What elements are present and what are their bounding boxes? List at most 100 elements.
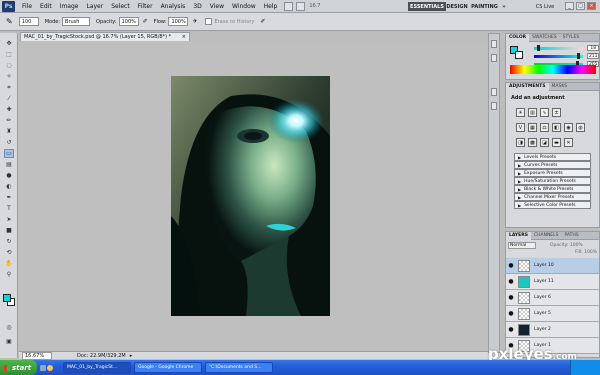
browser-launch-icon[interactable]: [47, 364, 53, 371]
layer-row[interactable]: ● Layer 5: [506, 306, 599, 322]
system-tray[interactable]: [570, 360, 600, 375]
status-zoom[interactable]: 16.67%: [22, 351, 52, 360]
workspace-essentials[interactable]: ESSENTIALS: [408, 2, 446, 11]
path-selection-tool-icon[interactable]: ➤: [4, 215, 14, 224]
maximize-icon[interactable]: □: [576, 2, 585, 10]
gradient-tool-icon[interactable]: ▤: [4, 160, 14, 169]
blur-tool-icon[interactable]: ●: [4, 171, 14, 180]
taskbar-item-chrome[interactable]: Google - Google Chrome: [134, 362, 202, 373]
3d-rotate-tool-icon[interactable]: ↻: [4, 237, 14, 246]
quick-select-tool-icon[interactable]: ✧: [4, 72, 14, 81]
channel-mixer-icon[interactable]: ◍: [576, 123, 585, 132]
vibrance-icon[interactable]: V: [516, 123, 525, 132]
brush-size-picker[interactable]: 100: [18, 17, 39, 26]
visibility-eye-icon[interactable]: ●: [506, 310, 516, 317]
visibility-eye-icon[interactable]: ●: [506, 278, 516, 285]
close-icon[interactable]: ×: [587, 2, 596, 10]
visibility-eye-icon[interactable]: ●: [506, 294, 516, 301]
blend-mode-select[interactable]: Normal: [508, 241, 536, 249]
tab-channels[interactable]: CHANNELS: [531, 232, 562, 240]
taskbar-item-explorer[interactable]: "C:\Documents and S...: [205, 362, 273, 373]
menu-view[interactable]: View: [206, 3, 228, 10]
shape-tool-icon[interactable]: ■: [4, 226, 14, 235]
crop-tool-icon[interactable]: ⌗: [4, 83, 14, 92]
clone-source-panel-icon[interactable]: [491, 102, 497, 110]
exposure-icon[interactable]: ±: [552, 108, 561, 117]
photo-filter-icon[interactable]: ◉: [564, 123, 573, 132]
lasso-tool-icon[interactable]: ◌: [4, 61, 14, 70]
mode-select[interactable]: Brush: [62, 17, 91, 26]
workspace-painting[interactable]: PAINTING: [471, 2, 498, 11]
document-tab[interactable]: MAC_01_by_TragicStock.psd @ 16.7% (Layer…: [20, 32, 190, 41]
eyedropper-tool-icon[interactable]: ⁄: [4, 94, 14, 103]
brush-tool-icon[interactable]: ✏: [4, 116, 14, 125]
document-close-icon[interactable]: ×: [182, 34, 186, 40]
bridge-button[interactable]: [284, 1, 294, 11]
menu-help[interactable]: Help: [260, 3, 282, 10]
type-tool-icon[interactable]: T: [4, 204, 14, 213]
preset-curves[interactable]: ▶ Curves Presets: [514, 161, 591, 169]
invert-icon[interactable]: ◨: [516, 138, 525, 147]
brush-panel-icon[interactable]: [491, 88, 497, 96]
foreground-color-swatch[interactable]: [3, 294, 11, 302]
pressure-opacity-icon[interactable]: ✐: [143, 18, 148, 25]
workspace-more-icon[interactable]: »: [500, 2, 508, 11]
move-tool-icon[interactable]: ✥: [4, 39, 14, 48]
preset-channel-mixer[interactable]: ▶ Channel Mixer Presets: [514, 193, 591, 201]
menu-filter[interactable]: Filter: [134, 3, 157, 10]
history-brush-tool-icon[interactable]: ↺: [4, 138, 14, 147]
cs-live-button[interactable]: CS Live: [530, 2, 560, 11]
layer-row[interactable]: ● Layer 10: [506, 258, 599, 274]
tab-adjustments[interactable]: ADJUSTMENTS: [506, 82, 549, 91]
flow-input[interactable]: 100%: [168, 17, 189, 26]
value-g[interactable]: 211: [587, 53, 599, 59]
gradient-map-icon[interactable]: ▬: [552, 138, 561, 147]
slider-g[interactable]: 211: [534, 52, 599, 60]
slider-r[interactable]: 18: [534, 44, 599, 52]
tab-swatches[interactable]: SWATCHES: [529, 34, 560, 42]
tab-paths[interactable]: PATHS: [562, 232, 582, 240]
color-bg-swatch[interactable]: [515, 51, 523, 59]
history-panel-icon[interactable]: [491, 40, 497, 48]
brightness-icon[interactable]: ☀: [516, 108, 525, 117]
minimize-icon[interactable]: _: [565, 2, 574, 10]
tab-styles[interactable]: STYLES: [560, 34, 583, 42]
hue-saturation-icon[interactable]: ▦: [528, 123, 537, 132]
menu-image[interactable]: Image: [56, 3, 83, 10]
color-balance-icon[interactable]: ⚖: [540, 123, 549, 132]
layer-row[interactable]: ● Layer 2: [506, 322, 599, 338]
airbrush-icon[interactable]: ✈: [192, 18, 197, 25]
selective-color-icon[interactable]: ✕: [564, 138, 573, 147]
screen-mode-icon[interactable]: ▣: [4, 337, 14, 346]
marquee-tool-icon[interactable]: ⬚: [4, 50, 14, 59]
visibility-eye-icon[interactable]: ●: [506, 262, 516, 269]
preset-levels[interactable]: ▶ Levels Presets: [514, 153, 591, 161]
workspace-design[interactable]: DESIGN: [446, 2, 467, 11]
tab-masks[interactable]: MASKS: [549, 83, 571, 91]
healing-brush-tool-icon[interactable]: ✚: [4, 105, 14, 114]
status-arrow-icon[interactable]: ▸: [130, 353, 133, 359]
curves-icon[interactable]: ∿: [540, 108, 549, 117]
menu-edit[interactable]: Edit: [36, 3, 56, 10]
layer-row[interactable]: ● Layer 6: [506, 290, 599, 306]
threshold-icon[interactable]: ◪: [540, 138, 549, 147]
actions-panel-icon[interactable]: [491, 54, 497, 62]
visibility-eye-icon[interactable]: ●: [506, 326, 516, 333]
layer-fill[interactable]: Fill: 100%: [575, 250, 597, 258]
hand-tool-icon[interactable]: ✋: [4, 259, 14, 268]
taskbar-item-photoshop[interactable]: MAC_01_by_TragicSt...: [63, 362, 131, 373]
menu-analysis[interactable]: Analysis: [157, 3, 190, 10]
menu-3d[interactable]: 3D: [189, 3, 205, 10]
zoom-tool-icon[interactable]: ⚲: [4, 270, 14, 279]
preset-black-white[interactable]: ▶ Black & White Presets: [514, 185, 591, 193]
layer-row[interactable]: ● Layer 11: [506, 274, 599, 290]
levels-icon[interactable]: ▥: [528, 108, 537, 117]
tab-color[interactable]: COLOR: [506, 33, 530, 42]
tab-layers[interactable]: LAYERS: [506, 232, 531, 240]
posterize-icon[interactable]: ▩: [528, 138, 537, 147]
canvas-image[interactable]: [171, 76, 330, 316]
layer-opacity[interactable]: Opacity: 100%: [550, 243, 583, 248]
dodge-tool-icon[interactable]: ◐: [4, 182, 14, 191]
eraser-tool-icon[interactable]: ✎: [6, 17, 13, 26]
clone-stamp-tool-icon[interactable]: ♜: [4, 127, 14, 136]
